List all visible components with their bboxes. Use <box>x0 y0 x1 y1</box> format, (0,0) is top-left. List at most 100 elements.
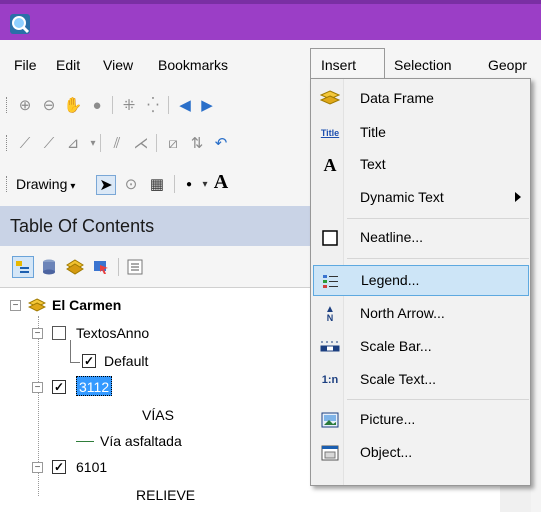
menu-item-label: Object... <box>360 444 413 460</box>
toolbar-separator <box>174 175 175 193</box>
menu-file[interactable]: File <box>14 54 37 76</box>
neatline-icon <box>319 227 341 249</box>
zoom-whole-page-icon[interactable]: ▦ <box>148 175 166 193</box>
layer-legend-heading: RELIEVE <box>136 487 196 503</box>
dataframe-name[interactable]: El Carmen <box>52 294 121 316</box>
split-icon[interactable]: ⧄ <box>164 134 182 152</box>
selected-layer-name[interactable]: 3112 <box>76 376 113 396</box>
scale-text-icon: 1:n <box>321 374 339 386</box>
straight-segment-icon[interactable]: ⊿ <box>64 134 82 152</box>
menu-edit[interactable]: Edit <box>56 54 80 76</box>
expand-collapse-toggle[interactable]: − <box>32 462 43 473</box>
expand-collapse-toggle[interactable]: − <box>10 300 21 311</box>
menu-item-picture[interactable]: Picture... <box>313 404 529 435</box>
cut-polygon-icon[interactable]: ⫽ <box>108 134 126 152</box>
drawing-menu-label: Drawing <box>16 176 68 192</box>
pan-icon[interactable]: ✋ <box>64 96 83 114</box>
dropdown-arrow-icon: ▾ <box>70 181 76 192</box>
new-text-icon[interactable]: A <box>212 171 230 193</box>
tree-connector <box>70 340 71 362</box>
toolbar-grip[interactable] <box>6 97 8 113</box>
title-icon: Title <box>320 128 340 138</box>
edit-tool-icon[interactable]: ⟋ <box>16 134 34 152</box>
list-by-selection-icon[interactable] <box>90 256 112 278</box>
undo-icon[interactable]: ↶ <box>212 134 230 152</box>
data-frame-icon <box>28 298 46 312</box>
fixed-zoom-in-icon[interactable]: ⁜ <box>120 96 138 114</box>
reshape-icon[interactable]: ⋌ <box>132 134 150 152</box>
menu-item-scale-text[interactable]: 1:n Scale Text... <box>313 364 529 395</box>
annotation-class-checkbox[interactable]: ✓ <box>82 354 96 368</box>
toc-title: Table Of Contents <box>10 216 155 236</box>
menu-item-label: Neatline... <box>360 229 424 245</box>
select-elements-icon[interactable]: ➤ <box>96 175 116 195</box>
menu-item-label: Data Frame <box>360 90 434 106</box>
list-by-visibility-icon[interactable] <box>64 256 86 278</box>
toolbar-grip[interactable] <box>6 135 8 151</box>
legend-class-label: Vía asfaltada <box>100 433 182 449</box>
menu-geoprocessing[interactable]: Geopr <box>488 54 527 76</box>
menu-bookmarks[interactable]: Bookmarks <box>158 54 228 76</box>
menu-item-title[interactable]: Title Title <box>313 117 529 148</box>
menu-selection[interactable]: Selection <box>394 54 452 76</box>
menu-item-data-frame[interactable]: Data Frame <box>313 83 529 114</box>
toolbar-separator <box>168 96 169 114</box>
menu-item-north-arrow[interactable]: ▲ N North Arrow... <box>313 298 529 329</box>
menu-item-label: North Arrow... <box>360 305 445 321</box>
rotate-elements-icon[interactable]: ⊙ <box>122 175 140 193</box>
forward-extent-icon[interactable]: ▶ <box>198 96 216 114</box>
edit-annotation-icon[interactable]: ⟋ <box>40 134 58 152</box>
back-extent-icon[interactable]: ◀ <box>176 96 194 114</box>
menu-item-legend[interactable]: Legend... <box>313 265 529 296</box>
toolbar-separator <box>100 134 101 152</box>
toc-toolbar <box>0 246 310 288</box>
toolbar-grip[interactable] <box>6 176 8 192</box>
north-arrow-icon: ▲ N <box>325 304 335 323</box>
full-extent-icon[interactable]: ● <box>88 96 106 114</box>
object-icon <box>319 442 341 464</box>
menu-separator <box>347 218 529 219</box>
drawing-toolbar: Drawing ▾ ➤ ⊙ ▦ ● ▾ A <box>0 162 310 206</box>
layer-visibility-checkbox[interactable] <box>52 326 66 340</box>
menu-item-label: Legend... <box>361 272 420 288</box>
toolbar-separator <box>156 134 157 152</box>
drawing-menu-button[interactable]: Drawing ▾ <box>16 174 75 194</box>
tree-connector <box>70 362 80 363</box>
rotate-icon[interactable]: ⇅ <box>188 134 206 152</box>
menu-item-neatline[interactable]: Neatline... <box>313 222 529 253</box>
menu-item-scale-bar[interactable]: Scale Bar... <box>313 331 529 362</box>
line-symbol-swatch[interactable] <box>76 441 94 442</box>
menu-item-label: Dynamic Text <box>360 189 444 205</box>
editor-toolbar: ⟋ ⟋ ⊿ ▾ ⫽ ⋌ ⧄ ⇅ ↶ <box>0 124 310 162</box>
menu-item-dynamic-text[interactable]: Dynamic Text <box>313 182 529 213</box>
list-by-source-icon[interactable] <box>38 256 60 278</box>
zoom-out-icon[interactable]: ⊖ <box>40 96 58 114</box>
data-frame-icon <box>319 88 341 110</box>
arcmap-globe-icon <box>10 14 30 34</box>
menu-item-label: Text <box>360 156 386 172</box>
layer-visibility-checkbox[interactable]: ✓ <box>52 380 66 394</box>
expand-collapse-toggle[interactable]: − <box>32 328 43 339</box>
fixed-zoom-out-icon[interactable]: ⁛ <box>144 96 162 114</box>
menu-item-text[interactable]: A Text <box>313 149 529 180</box>
layer-legend-heading: VÍAS <box>142 407 174 423</box>
scale-bar-icon <box>319 336 341 358</box>
menu-item-label: Scale Text... <box>360 371 437 387</box>
expand-collapse-toggle[interactable]: − <box>32 382 43 393</box>
layer-name[interactable]: 6101 <box>76 456 107 478</box>
menu-view[interactable]: View <box>103 54 133 76</box>
toolbar-separator <box>118 258 119 276</box>
toc-header: Table Of Contents <box>0 206 310 246</box>
menu-item-object[interactable]: Object... <box>313 437 529 468</box>
menu-insert-label: Insert <box>321 57 357 73</box>
layer-visibility-checkbox[interactable]: ✓ <box>52 460 66 474</box>
annotation-class-name[interactable]: Default <box>104 350 148 372</box>
zoom-in-icon[interactable]: ⊕ <box>16 96 34 114</box>
annotation-group-name[interactable]: TextosAnno <box>76 322 149 344</box>
options-icon[interactable] <box>124 256 146 278</box>
toolbar-separator <box>112 96 113 114</box>
legend-icon <box>320 271 342 293</box>
insert-menu: Data Frame Title Title A Text Dynamic Te… <box>310 78 531 486</box>
map-edge <box>531 86 541 512</box>
list-by-drawing-order-icon[interactable] <box>12 256 34 278</box>
